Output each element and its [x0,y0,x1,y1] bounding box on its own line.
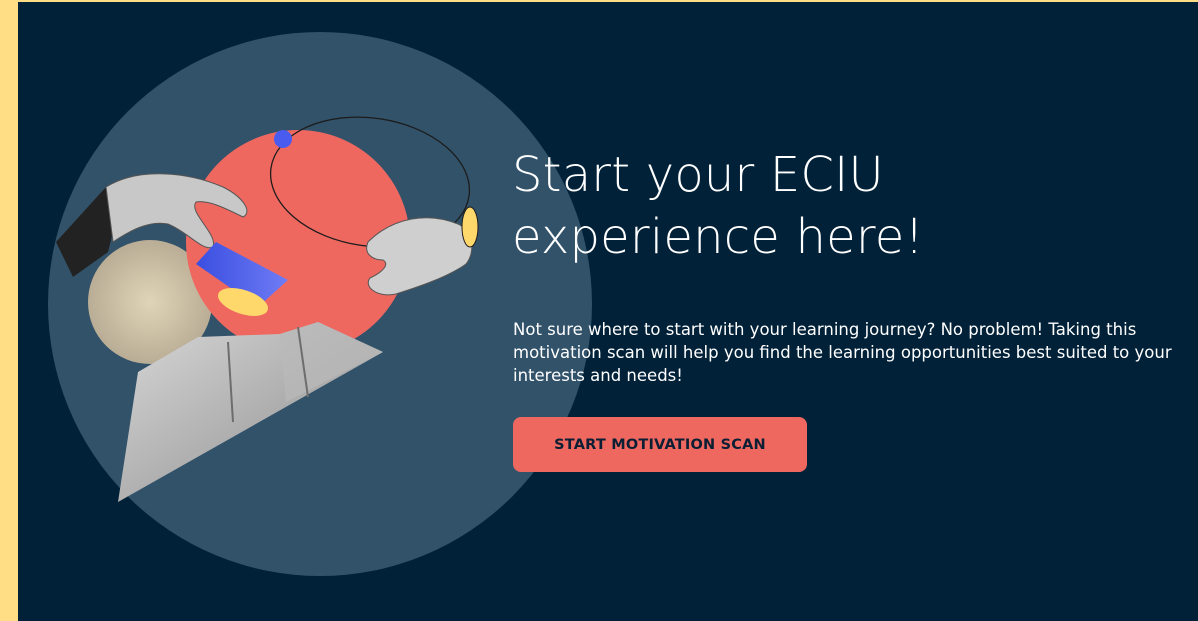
hero-illustration [18,2,638,621]
blue-dot [274,130,292,148]
collage-image [48,32,592,576]
start-motivation-scan-button[interactable]: START MOTIVATION SCAN [513,417,807,472]
hero-title: Start your ECIU experience here! [512,147,924,265]
yellow-lens [461,206,479,248]
hero-description: Not sure where to start with your learni… [513,320,1172,385]
hero-section: Start your ECIU experience here! Not sur… [18,2,1198,621]
